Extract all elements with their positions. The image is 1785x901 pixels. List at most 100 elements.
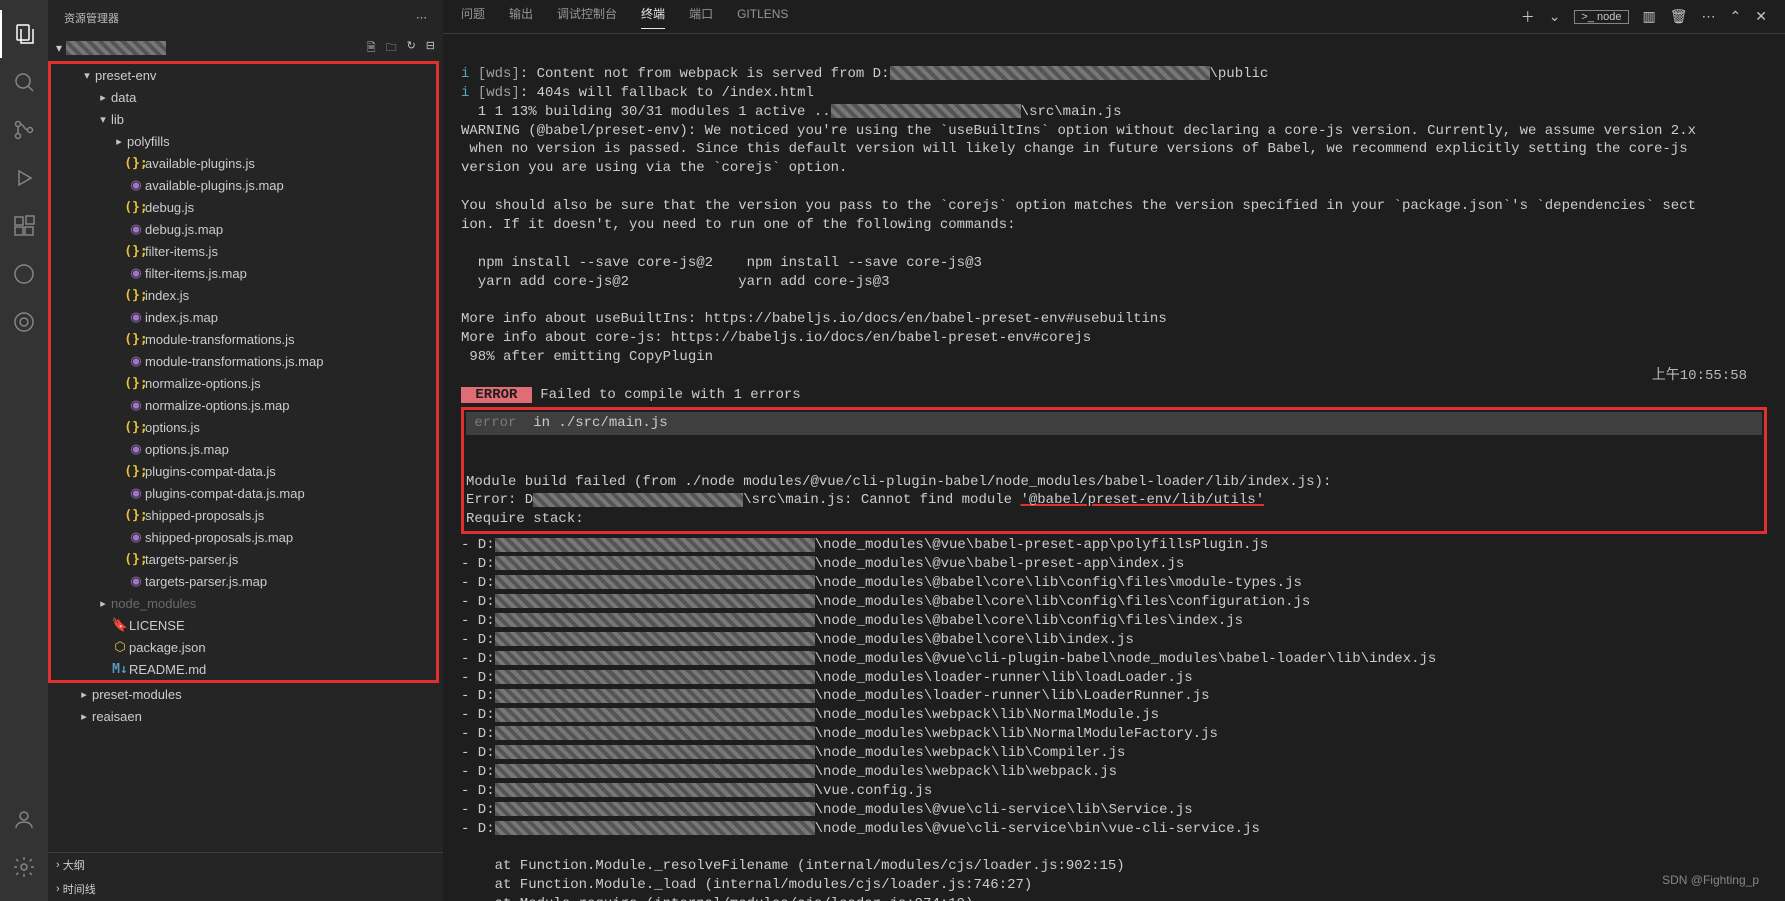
panel-actions: ＋ ⌄ >_ node ▥ 🗑 ⋯ ⌃ ✕ <box>1521 7 1767 27</box>
folder-preset-env[interactable]: ▾preset-env <box>51 64 436 86</box>
highlighted-folder-region: ▾preset-env ▸data ▾lib ▸polyfills (};ava… <box>48 61 439 683</box>
label: module-transformations.js.map <box>145 354 323 369</box>
folder-data[interactable]: ▸data <box>51 86 436 108</box>
label: filter-items.js <box>145 244 218 259</box>
label: lib <box>111 112 124 127</box>
new-file-icon[interactable]: 🗎 <box>367 39 376 58</box>
tab-terminal[interactable]: 终端 <box>641 5 665 29</box>
search-icon[interactable] <box>0 58 48 106</box>
new-terminal-icon[interactable]: ＋ <box>1521 7 1535 27</box>
t: at Function.Module._resolveFilename (int… <box>461 858 1125 874</box>
file-item[interactable]: (};index.js <box>51 284 436 306</box>
folder-reaisaen[interactable]: ▸reaisaen <box>48 705 443 727</box>
file-readme[interactable]: M↓README.md <box>51 658 436 680</box>
file-package-json[interactable]: ⬡package.json <box>51 636 436 658</box>
certificate-icon: 🔖 <box>111 617 129 633</box>
file-item[interactable]: (};shipped-proposals.js <box>51 504 436 526</box>
folder-node-modules[interactable]: ▸node_modules <box>51 592 436 614</box>
outline-section[interactable]: › 大纲 <box>48 853 443 877</box>
explorer-icon[interactable] <box>0 10 48 58</box>
split-terminal-icon[interactable]: ▥ <box>1643 8 1656 25</box>
label: node_modules <box>111 596 196 611</box>
js-icon: (}; <box>127 420 145 435</box>
file-item[interactable]: ◉module-transformations.js.map <box>51 350 436 372</box>
terminal-profile[interactable]: >_ node <box>1574 10 1628 24</box>
main-panel: 问题 输出 调试控制台 终端 端口 GITLENS ＋ ⌄ >_ node ▥ … <box>443 0 1785 901</box>
js-icon: (}; <box>127 376 145 391</box>
timeline-section[interactable]: › 时间线 <box>48 877 443 901</box>
file-item[interactable]: (};plugins-compat-data.js <box>51 460 436 482</box>
remote-icon[interactable] <box>0 250 48 298</box>
file-item[interactable]: ◉plugins-compat-data.js.map <box>51 482 436 504</box>
file-item[interactable]: ◉available-plugins.js.map <box>51 174 436 196</box>
sidebar: 资源管理器 ⋯ ▾ 🗎 🗀 ↻ ⊟ ▾preset-env ▸data ▾lib… <box>48 0 443 901</box>
refresh-icon[interactable]: ↻ <box>407 39 416 58</box>
maximize-panel-icon[interactable]: ⌃ <box>1730 8 1742 25</box>
terminal-dropdown-icon[interactable]: ⌄ <box>1549 8 1561 25</box>
folder-preset-modules[interactable]: ▸preset-modules <box>48 683 443 705</box>
folder-polyfills[interactable]: ▸polyfills <box>51 130 436 152</box>
map-icon: ◉ <box>127 309 145 325</box>
file-license[interactable]: 🔖LICENSE <box>51 614 436 636</box>
more2-icon[interactable]: ⋯ <box>1702 8 1716 25</box>
obscured-path <box>495 594 815 608</box>
file-item[interactable]: (};debug.js <box>51 196 436 218</box>
t: Require stack: <box>466 511 584 527</box>
t: [wds] <box>478 66 520 82</box>
file-item[interactable]: ◉debug.js.map <box>51 218 436 240</box>
kill-terminal-icon[interactable]: 🗑 <box>1670 8 1688 25</box>
file-item[interactable]: (};normalize-options.js <box>51 372 436 394</box>
label: plugins-compat-data.js.map <box>145 486 305 501</box>
t: \src\main.js <box>1021 104 1122 120</box>
label: package.json <box>129 640 206 655</box>
file-item[interactable]: (};filter-items.js <box>51 240 436 262</box>
obscured-path <box>495 708 815 722</box>
label: filter-items.js.map <box>145 266 247 281</box>
label: README.md <box>129 662 206 677</box>
label: LICENSE <box>129 618 185 633</box>
label: debug.js <box>145 200 194 215</box>
file-item[interactable]: ◉options.js.map <box>51 438 436 460</box>
file-item[interactable]: (};options.js <box>51 416 436 438</box>
js-icon: (}; <box>127 552 145 567</box>
file-item[interactable]: ◉targets-parser.js.map <box>51 570 436 592</box>
extensions-icon[interactable] <box>0 202 48 250</box>
file-item[interactable]: (};available-plugins.js <box>51 152 436 174</box>
tab-problems[interactable]: 问题 <box>461 5 485 28</box>
account-icon[interactable] <box>0 795 48 843</box>
t: version you are using via the `corejs` o… <box>461 160 847 176</box>
collapse-icon[interactable]: ⊟ <box>426 39 435 58</box>
t: 1 1 13% building 30/31 modules 1 active … <box>461 104 831 120</box>
tab-debug-console[interactable]: 调试控制台 <box>557 5 617 28</box>
markdown-icon: M↓ <box>111 662 129 677</box>
t: More info about useBuiltIns: https://bab… <box>461 311 1167 327</box>
tab-ports[interactable]: 端口 <box>689 5 713 28</box>
new-folder-icon[interactable]: 🗀 <box>386 39 397 58</box>
file-item[interactable]: ◉filter-items.js.map <box>51 262 436 284</box>
more-icon[interactable]: ⋯ <box>416 11 427 24</box>
t: \src\main.js: Cannot find module <box>743 492 1020 508</box>
file-item[interactable]: (};targets-parser.js <box>51 548 436 570</box>
tab-output[interactable]: 输出 <box>509 5 533 28</box>
file-item[interactable]: ◉normalize-options.js.map <box>51 394 436 416</box>
scm-icon[interactable] <box>0 106 48 154</box>
t: yarn add core-js@2 yarn add core-js@3 <box>461 274 889 290</box>
tab-gitlens[interactable]: GITLENS <box>737 7 788 27</box>
t: \public <box>1210 66 1269 82</box>
t: More info about core-js: https://babeljs… <box>461 330 1091 346</box>
terminal-output[interactable]: i [wds]: Content not from webpack is ser… <box>443 34 1785 901</box>
file-item[interactable]: ◉shipped-proposals.js.map <box>51 526 436 548</box>
map-icon: ◉ <box>127 485 145 501</box>
debug-icon[interactable] <box>0 154 48 202</box>
other-icon[interactable] <box>0 298 48 346</box>
label: data <box>111 90 136 105</box>
sidebar-section-header[interactable]: ▾ 🗎 🗀 ↻ ⊟ <box>48 35 443 61</box>
obscured-path <box>495 556 815 570</box>
label: node <box>1597 11 1621 23</box>
explorer-actions: 🗎 🗀 ↻ ⊟ <box>367 39 435 58</box>
file-item[interactable]: ◉index.js.map <box>51 306 436 328</box>
file-item[interactable]: (};module-transformations.js <box>51 328 436 350</box>
close-panel-icon[interactable]: ✕ <box>1755 8 1767 25</box>
settings-icon[interactable] <box>0 843 48 891</box>
folder-lib[interactable]: ▾lib <box>51 108 436 130</box>
